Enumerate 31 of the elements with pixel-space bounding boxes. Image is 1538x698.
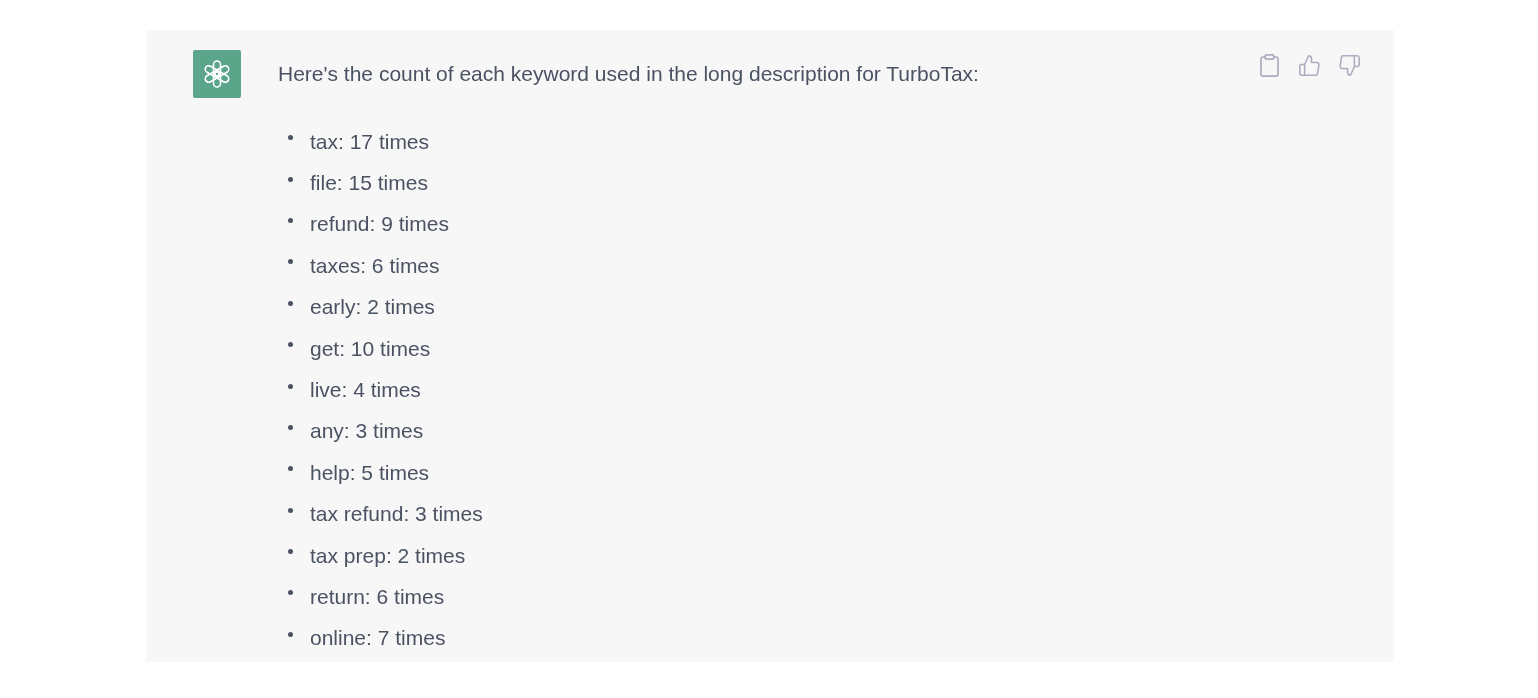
bullet-icon xyxy=(288,590,293,596)
keyword-count-text: live: 4 times xyxy=(310,377,421,404)
keyword-count-text: return: 6 times xyxy=(310,584,445,610)
thumbs-down-icon[interactable] xyxy=(1339,54,1360,77)
bullet-icon xyxy=(288,549,293,555)
keyword-count-text: online: 7 times xyxy=(310,625,446,652)
keyword-count-text: file: 15 times xyxy=(310,170,428,197)
bullet-icon xyxy=(288,300,293,306)
keyword-count-text: tax refund: 3 times xyxy=(310,501,483,528)
bullet-icon xyxy=(288,342,293,348)
message-text: Here's the count of each keyword used in the long description for TurboTax: xyxy=(278,61,980,87)
keyword-count-text: help: 5 times xyxy=(310,459,430,486)
bullet-icon xyxy=(288,259,293,265)
keyword-count-text: taxes: 6 times xyxy=(310,252,440,279)
keyword-count-text: any: 3 times xyxy=(310,418,424,445)
bullet-icon xyxy=(288,176,293,182)
keyword-count-text: tax: 17 times xyxy=(310,128,430,155)
bullet-icon xyxy=(288,631,293,637)
clipboard-icon[interactable] xyxy=(1259,54,1280,77)
knot-logo-icon xyxy=(193,50,241,98)
keyword-count-text: tax prep: 2 times xyxy=(310,542,466,569)
keyword-count-text: refund: 9 times xyxy=(310,211,449,238)
bullet-icon xyxy=(288,135,293,141)
bullet-icon xyxy=(288,466,293,472)
bullet-icon xyxy=(288,383,293,389)
bullet-icon xyxy=(288,424,293,430)
thumbs-up-icon[interactable] xyxy=(1299,54,1320,77)
keyword-count-text: get: 10 times xyxy=(310,335,431,362)
keyword-count-text: early: 2 times xyxy=(310,294,435,321)
bullet-icon xyxy=(288,217,293,223)
bullet-icon xyxy=(288,507,293,513)
